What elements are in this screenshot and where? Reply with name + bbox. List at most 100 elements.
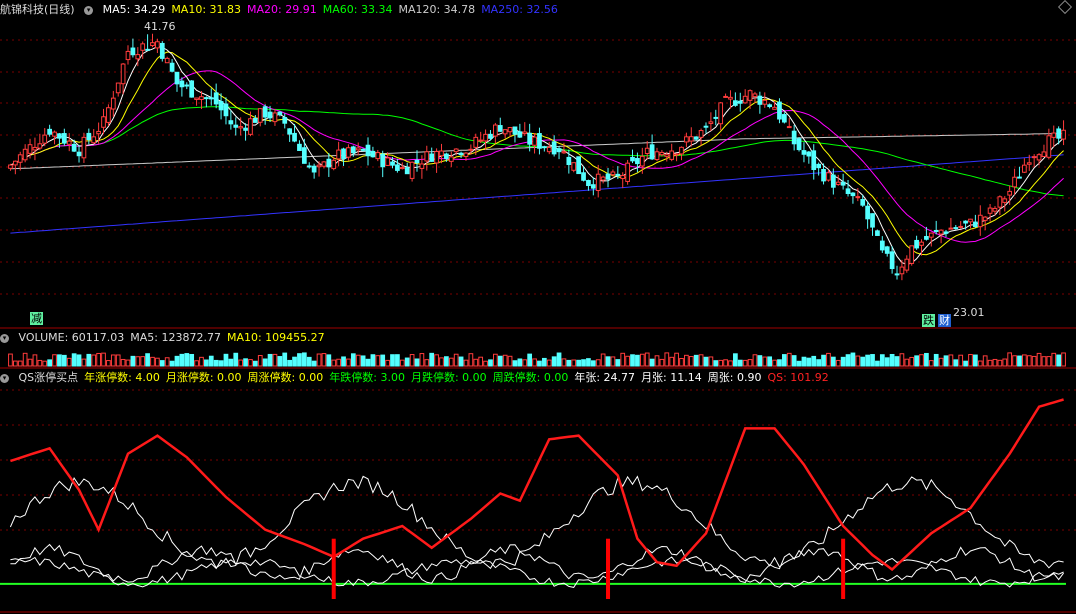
candle-body xyxy=(551,141,557,155)
candle-body xyxy=(135,54,141,60)
candle-body xyxy=(248,118,253,135)
candle-body xyxy=(733,100,738,106)
candle-body xyxy=(840,181,846,186)
candle-body xyxy=(350,146,356,154)
candle-body xyxy=(218,101,224,111)
volume-bar xyxy=(610,356,616,367)
volume-bar xyxy=(434,354,439,367)
volume-bar xyxy=(693,354,699,367)
volume-bar xyxy=(718,359,724,367)
candle-body xyxy=(899,266,905,275)
candle-body xyxy=(757,95,763,105)
indicator-legend-item-10: QS: 101.92 xyxy=(767,371,829,384)
candle-body xyxy=(86,132,92,141)
volume-bar xyxy=(522,359,528,367)
ma-legend-item-0: MA5: 34.29 xyxy=(102,3,166,16)
volume-bar xyxy=(1012,355,1017,367)
candle-body xyxy=(517,131,523,138)
candle-body xyxy=(140,43,146,51)
candle-body xyxy=(821,168,826,182)
candle-body xyxy=(781,114,787,123)
volume-bar xyxy=(409,354,415,367)
candle-body xyxy=(537,133,542,149)
candle-body xyxy=(610,171,616,176)
candle-body xyxy=(189,80,195,98)
volume-bar xyxy=(860,356,866,367)
volume-bar xyxy=(52,354,57,367)
candle-body xyxy=(811,150,817,170)
candle-body xyxy=(958,225,964,228)
candle-body xyxy=(115,82,121,94)
stock-title[interactable]: 航锦科技(日线) xyxy=(0,3,75,16)
candle-body xyxy=(76,151,82,157)
candle-body xyxy=(830,174,836,188)
candle-body xyxy=(1026,162,1032,165)
volume-bar xyxy=(228,358,234,367)
volume-bar xyxy=(581,359,586,367)
candle-body xyxy=(311,165,317,173)
candle-body xyxy=(110,97,116,110)
candle-body xyxy=(728,96,733,100)
volume-bar xyxy=(287,359,293,367)
volume-bar xyxy=(150,356,155,367)
volume-bar xyxy=(429,352,435,367)
tag-cai[interactable]: 财 xyxy=(938,314,951,327)
volume-bar xyxy=(321,353,327,367)
volume-bar xyxy=(370,354,376,367)
volume-bar xyxy=(889,353,895,367)
candle-body xyxy=(150,42,155,47)
candle-body xyxy=(737,100,743,104)
volume-bar xyxy=(395,354,400,367)
volume-bar xyxy=(992,358,998,367)
volume-bar xyxy=(595,359,601,367)
volume-bar xyxy=(1007,352,1013,367)
volume-bar xyxy=(733,353,738,367)
candle-body xyxy=(292,132,297,142)
tag-die[interactable]: 跌 xyxy=(922,314,935,327)
candle-body xyxy=(982,216,988,221)
volume-bar xyxy=(444,356,449,367)
volume-bar xyxy=(933,353,939,367)
volume-bar xyxy=(101,352,106,367)
candle-body xyxy=(1056,128,1062,139)
candle-body xyxy=(204,97,209,100)
volume-bar xyxy=(419,353,425,367)
candle-body xyxy=(953,227,959,230)
candle-body xyxy=(91,136,97,144)
tag-jian[interactable]: 减 xyxy=(30,312,43,325)
indicator-legend-item-1: 年涨停数: 4.00 xyxy=(84,371,160,384)
candle-body xyxy=(395,164,400,171)
candle-body xyxy=(159,42,165,59)
indicator-legend-item-0: QS涨停买点 xyxy=(18,371,79,384)
candle-body xyxy=(816,163,822,169)
volume-bar xyxy=(806,357,812,367)
candle-body xyxy=(772,106,777,110)
candle-body xyxy=(870,213,875,228)
volume-settings-icon[interactable]: ▾ xyxy=(0,333,9,343)
candle-body xyxy=(399,167,405,170)
candle-body xyxy=(718,102,724,125)
candle-body xyxy=(1031,156,1037,159)
volume-bar xyxy=(914,355,919,367)
volume-bar xyxy=(561,358,567,367)
candle-body xyxy=(101,116,106,128)
volume-bar xyxy=(306,356,312,367)
ma-legend-item-2: MA20: 29.91 xyxy=(247,3,317,16)
volume-bar xyxy=(1046,356,1052,367)
indicator-settings-icon[interactable]: ▾ xyxy=(0,373,9,383)
volume-bar xyxy=(483,360,488,367)
candle-body xyxy=(370,150,376,158)
volume-bar xyxy=(257,355,263,367)
candle-body xyxy=(644,147,650,154)
candle-body xyxy=(1022,164,1027,173)
settings-icon[interactable]: ▾ xyxy=(84,5,94,15)
candle-body xyxy=(933,229,939,232)
candle-body xyxy=(1041,151,1047,158)
candle-body xyxy=(664,154,670,157)
candle-body xyxy=(1051,132,1057,138)
volume-bar xyxy=(390,354,395,367)
buy-signal-bar xyxy=(841,538,846,599)
candle-body xyxy=(57,133,62,139)
candle-body xyxy=(272,112,278,123)
low-price-label: 23.01 xyxy=(952,306,986,319)
